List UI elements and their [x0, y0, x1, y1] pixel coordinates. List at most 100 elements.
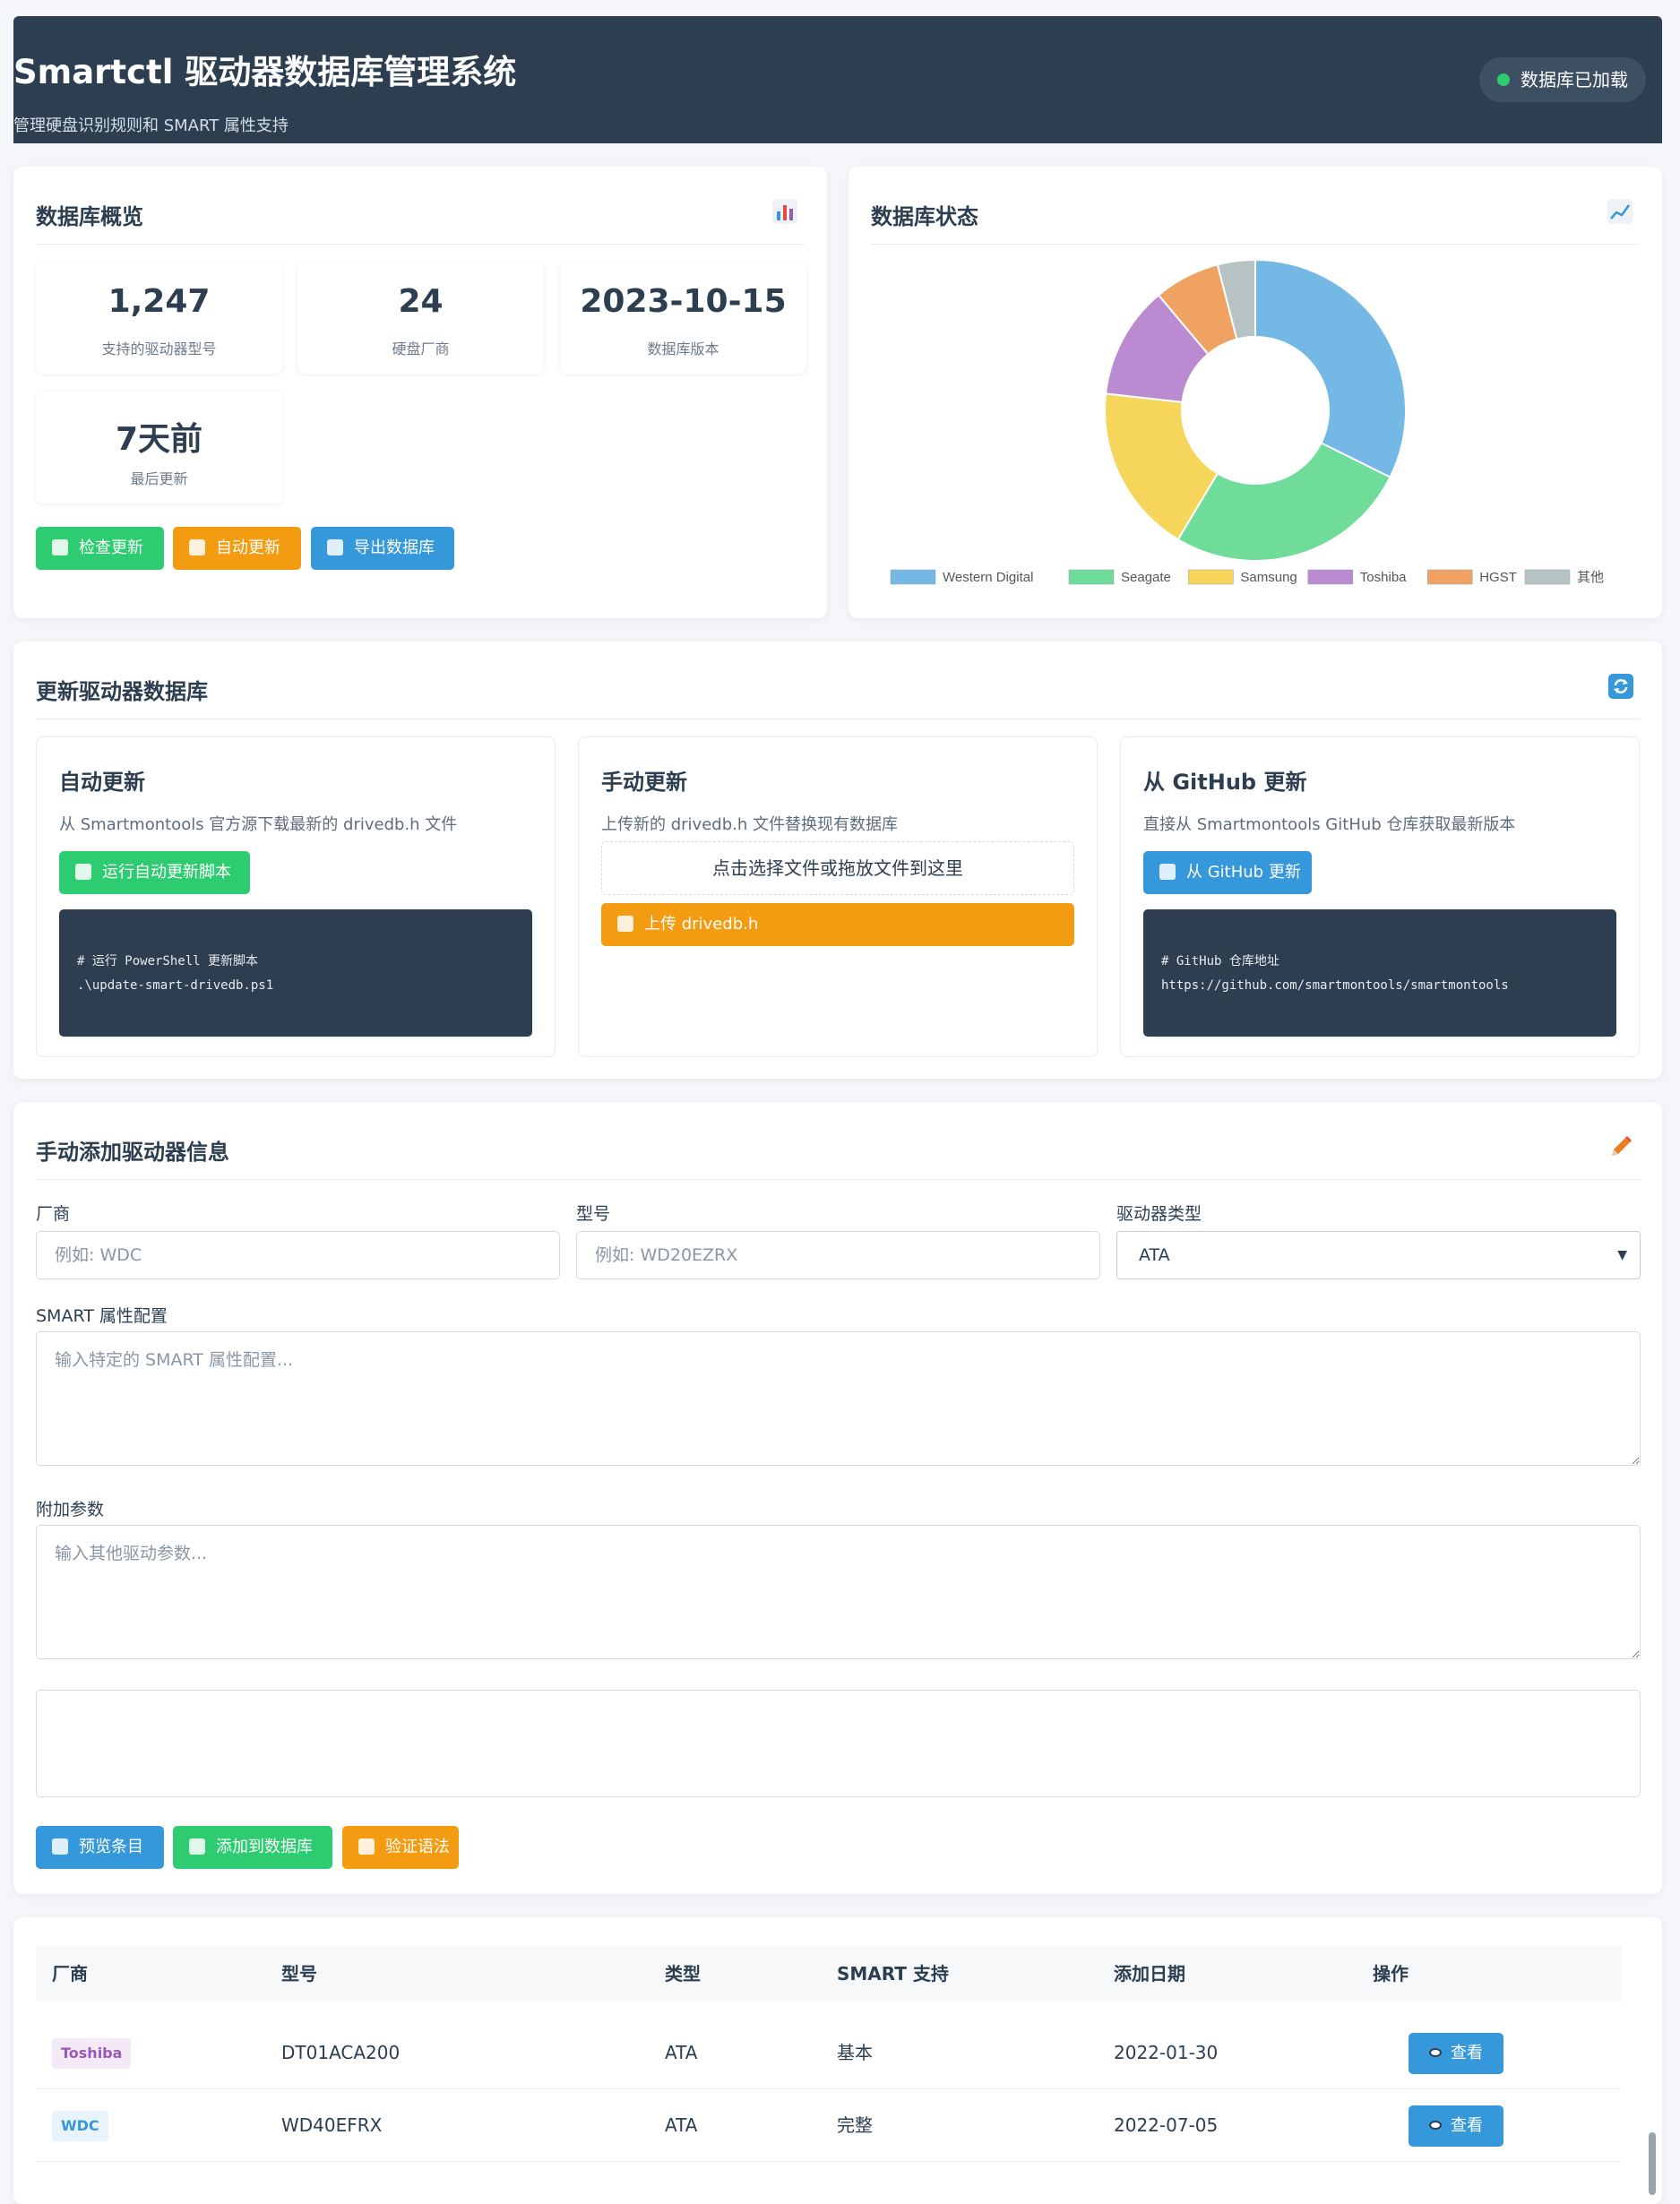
legend-swatch[interactable]	[1426, 569, 1473, 585]
database-status-badge: 数据库已加载	[1479, 57, 1646, 102]
smart-cell: 基本	[837, 2042, 873, 2063]
legend-swatch[interactable]	[890, 569, 936, 585]
type-cell: ATA	[665, 2042, 698, 2063]
folder-icon	[617, 916, 633, 932]
panel-title: 自动更新	[59, 770, 145, 795]
stat-value: 2023-10-15	[580, 283, 787, 320]
button-label: 上传 drivedb.h	[644, 915, 759, 934]
button-label: 从 GitHub 更新	[1186, 863, 1301, 882]
status-text: 数据库已加载	[1521, 69, 1628, 90]
column-header: 添加日期	[1114, 1963, 1185, 1984]
refresh-icon	[52, 539, 68, 555]
model-cell: DT01ACA200	[281, 2042, 401, 2063]
validate-syntax-button[interactable]: 验证语法	[342, 1826, 459, 1869]
scrollbar[interactable]	[1648, 1935, 1657, 2195]
file-dropzone[interactable]: 点击选择文件或拖放文件到这里	[601, 841, 1074, 895]
legend-swatch[interactable]	[1188, 569, 1234, 585]
column-header: 厂商	[52, 1963, 88, 1984]
github-update-panel: 从 GitHub 更新 直接从 Smartmontools GitHub 仓库获…	[1120, 736, 1640, 1057]
stat-card-last-update: 7天前 最后更新	[36, 392, 282, 504]
code-line: .\update-smart-drivedb.ps1	[77, 978, 274, 993]
model-label: 型号	[576, 1204, 611, 1224]
stat-value: 1,247	[108, 283, 211, 320]
bar-chart-icon	[772, 199, 797, 224]
add-to-database-button[interactable]: 添加到数据库	[173, 1826, 332, 1869]
legend-label[interactable]: 其他	[1577, 570, 1604, 585]
stat-label: 数据库版本	[647, 340, 719, 357]
button-label: 自动更新	[216, 538, 280, 557]
smart-config-textarea[interactable]	[36, 1331, 1641, 1466]
smart-cell: 完整	[837, 2114, 873, 2136]
extra-params-textarea[interactable]	[36, 1525, 1641, 1659]
divider	[36, 1179, 1640, 1180]
vendor-input[interactable]	[36, 1231, 560, 1279]
vendor-badge: Toshiba	[52, 2038, 132, 2069]
table-row: WDC WD40EFRX ATA 完整 2022-07-05 查看	[36, 2089, 1622, 2162]
update-database-card: 更新驱动器数据库 自动更新 从 Smartmontools 官方源下载最新的 d…	[13, 641, 1662, 1079]
github-update-button[interactable]: 从 GitHub 更新	[1143, 851, 1312, 894]
smart-config-label: SMART 属性配置	[36, 1306, 168, 1326]
model-input[interactable]	[576, 1231, 1100, 1279]
github-icon	[1159, 864, 1176, 880]
column-header: SMART 支持	[837, 1963, 949, 1984]
eye-icon	[52, 1838, 68, 1855]
panel-title: 手动更新	[601, 770, 687, 795]
type-cell: ATA	[665, 2114, 698, 2136]
powershell-code-block: # 运行 PowerShell 更新脚本 .\update-smart-driv…	[59, 909, 532, 1037]
stat-label: 最后更新	[130, 470, 188, 487]
check-icon	[358, 1838, 375, 1855]
column-header: 型号	[281, 1963, 317, 1984]
github-code-block: # GitHub 仓库地址 https://github.com/smartmo…	[1143, 909, 1616, 1037]
preview-output-area	[36, 1690, 1641, 1797]
auto-update-panel: 自动更新 从 Smartmontools 官方源下载最新的 drivedb.h …	[36, 736, 556, 1057]
legend-label[interactable]: Samsung	[1240, 570, 1297, 585]
vendor-label: 厂商	[36, 1204, 71, 1224]
panel-description: 从 Smartmontools 官方源下载最新的 drivedb.h 文件	[59, 815, 458, 834]
stat-card-vendors: 24 硬盘厂商	[297, 262, 544, 374]
page-title: Smartctl 驱动器数据库管理系统	[13, 53, 517, 91]
add-card-title: 手动添加驱动器信息	[36, 1140, 229, 1165]
view-button[interactable]: 查看	[1409, 2033, 1503, 2074]
table-header: 厂商 型号 类型 SMART 支持 添加日期 操作	[36, 1946, 1622, 2002]
rocket-icon	[75, 864, 91, 880]
stat-card-models: 1,247 支持的驱动器型号	[36, 262, 282, 374]
export-database-button[interactable]: 导出数据库	[311, 527, 454, 570]
refresh-icon[interactable]	[1607, 672, 1635, 701]
eye-icon	[1429, 2048, 1442, 2057]
upload-drivedb-button[interactable]: 上传 drivedb.h	[601, 903, 1074, 946]
donut-slice[interactable]	[1254, 258, 1407, 478]
legend-swatch[interactable]	[1068, 569, 1115, 585]
button-label: 查看	[1451, 2116, 1483, 2135]
date-cell: 2022-07-05	[1114, 2114, 1219, 2136]
drive-type-select[interactable]: ATA ▼	[1116, 1231, 1641, 1279]
run-auto-update-script-button[interactable]: 运行自动更新脚本	[59, 851, 250, 894]
legend-label[interactable]: HGST	[1479, 570, 1517, 585]
eye-icon	[1429, 2121, 1442, 2130]
table-row: Toshiba DT01ACA200 ATA 基本 2022-01-30 查看	[36, 2017, 1622, 2089]
stat-label: 硬盘厂商	[392, 340, 450, 357]
button-label: 预览条目	[79, 1838, 143, 1856]
view-button[interactable]: 查看	[1409, 2105, 1503, 2147]
legend-label[interactable]: Toshiba	[1360, 570, 1407, 585]
legend-swatch[interactable]	[1307, 569, 1354, 585]
legend-label[interactable]: Western Digital	[943, 570, 1033, 585]
code-line: https://github.com/smartmontools/smartmo…	[1161, 978, 1509, 993]
legend-swatch[interactable]	[1524, 569, 1571, 585]
check-update-button[interactable]: 检查更新	[36, 527, 164, 570]
stat-value: 24	[398, 283, 444, 320]
button-label: 添加到数据库	[216, 1838, 313, 1856]
column-header: 类型	[665, 1963, 701, 1984]
update-card-title: 更新驱动器数据库	[36, 679, 208, 704]
donut-slice[interactable]	[1176, 442, 1391, 562]
divider	[36, 244, 805, 245]
code-line: # 运行 PowerShell 更新脚本	[77, 954, 259, 969]
panel-title: 从 GitHub 更新	[1143, 770, 1307, 795]
legend-label[interactable]: Seagate	[1121, 570, 1171, 585]
page-subtitle: 管理硬盘识别规则和 SMART 属性支持	[13, 116, 289, 135]
auto-update-button[interactable]: 自动更新	[173, 527, 301, 570]
preview-entry-button[interactable]: 预览条目	[36, 1826, 164, 1869]
button-label: 验证语法	[385, 1838, 450, 1856]
overview-title: 数据库概览	[36, 204, 143, 229]
stat-card-version: 2023-10-15 数据库版本	[560, 262, 806, 374]
vendor-donut-chart: Western Digital Seagate Samsung Toshiba HGST…	[890, 258, 1604, 585]
